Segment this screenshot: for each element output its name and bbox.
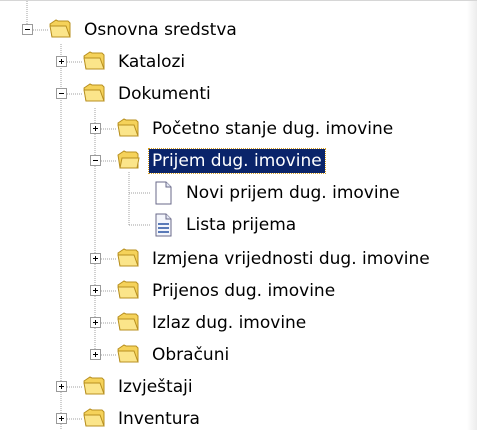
expand-toggle-icon[interactable] — [56, 56, 67, 67]
tree-node-label[interactable]: Novi prijem dug. imovine — [183, 181, 403, 205]
folder-icon — [48, 18, 72, 40]
expand-toggle-icon[interactable] — [90, 123, 101, 134]
expand-toggle-icon[interactable] — [90, 349, 101, 360]
tree-node-label[interactable]: Katalozi — [115, 50, 188, 74]
expand-toggle-icon[interactable] — [90, 285, 101, 296]
list-document-icon — [152, 213, 174, 237]
folder-icon — [82, 82, 106, 104]
collapse-toggle-icon[interactable] — [90, 155, 101, 166]
document-icon — [152, 181, 174, 205]
collapse-toggle-icon[interactable] — [56, 88, 67, 99]
tree-node-label-selected[interactable]: Prijem dug. imovine — [148, 148, 326, 174]
folder-icon — [116, 279, 140, 301]
tree-node-label[interactable]: Osnovna sredstva — [81, 18, 240, 42]
tree-panel: Osnovna sredstva Katalozi Dokumenti Poče… — [0, 0, 477, 430]
folder-icon — [116, 247, 140, 269]
tree-node-label[interactable]: Lista prijema — [183, 213, 299, 237]
folder-icon — [82, 50, 106, 72]
tree-node-label[interactable]: Obračuni — [149, 343, 232, 367]
tree-node-label[interactable]: Izlaz dug. imovine — [149, 311, 309, 335]
folder-icon — [82, 375, 106, 397]
collapse-toggle-icon[interactable] — [22, 24, 33, 35]
tree-node-label[interactable]: Prijenos dug. imovine — [149, 279, 338, 303]
expand-toggle-icon[interactable] — [56, 381, 67, 392]
tree-view: Osnovna sredstva Katalozi Dokumenti Poče… — [0, 1, 477, 430]
tree-node-label[interactable]: Inventura — [115, 407, 203, 430]
tree-node-label[interactable]: Izmjena vrijednosti dug. imovine — [149, 247, 433, 271]
expand-toggle-icon[interactable] — [56, 413, 67, 424]
folder-open-icon — [116, 149, 140, 171]
tree-node-label[interactable]: Izvještaji — [115, 375, 196, 399]
folder-icon — [82, 407, 106, 429]
expand-toggle-icon[interactable] — [90, 253, 101, 264]
expand-toggle-icon[interactable] — [90, 317, 101, 328]
folder-icon — [116, 117, 140, 139]
folder-icon — [116, 343, 140, 365]
tree-node-label[interactable]: Dokumenti — [115, 82, 214, 106]
folder-icon — [116, 311, 140, 333]
tree-node-label[interactable]: Početno stanje dug. imovine — [149, 117, 396, 141]
